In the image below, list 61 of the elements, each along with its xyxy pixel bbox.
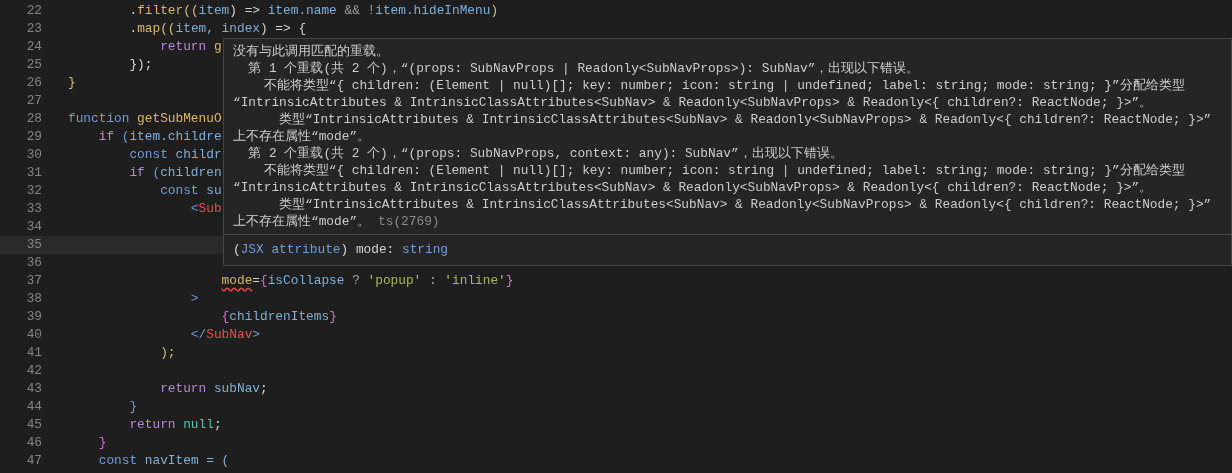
error-message-line: 类型“IntrinsicAttributes & IntrinsicClassAttributes<SubNav> & Readonly<SubNavProps> & Readonly<{ children?: ReactNode; }>” (278, 111, 1212, 128)
line-number: 23 (25, 20, 42, 38)
code-line: const childr (128, 146, 222, 164)
line-number: 47 (25, 452, 42, 470)
code-line: ); (159, 344, 176, 362)
line-number: 31 (25, 164, 42, 182)
error-message-line: 类型“IntrinsicAttributes & IntrinsicClassAttributes<SubNav> & Readonly<SubNavProps> & Readonly<{ children?: ReactNode; }>” (278, 196, 1212, 213)
error-message-line: “IntrinsicAttributes & IntrinsicClassAttributes<SubNav> & Readonly<SubNavProps> & Readonly<{ children?: ReactNode; }>”。 (233, 179, 1153, 196)
code-line: } (68, 74, 76, 92)
type-signature: (JSX attribute) mode: string (233, 242, 449, 257)
line-number: 40 (25, 326, 42, 344)
line-number: 26 (25, 74, 42, 92)
code-line: return null; (128, 416, 222, 434)
code-line: <Sub (189, 200, 222, 218)
line-number: 39 (25, 308, 42, 326)
code-line: if (children (128, 164, 222, 182)
line-number: 25 (25, 56, 42, 74)
code-line: }); (128, 56, 153, 74)
code-line: if (item.childre (97, 128, 222, 146)
code-line: </SubNav> (189, 326, 260, 344)
code-line: const navItem = ( (97, 452, 230, 470)
error-message-line: 第 1 个重载(共 2 个)，“(props: SubNavProps | Readonly<SubNavProps>): SubNav”，出现以下错误。 (247, 60, 920, 77)
error-message-line: 上不存在属性“mode”。 (233, 213, 371, 230)
line-number: 41 (25, 344, 42, 362)
line-number: 37 (25, 272, 42, 290)
code-line: } (97, 434, 107, 452)
line-number: 22 (25, 2, 42, 20)
error-message-line: 不能将类型“{ children: (Element | null)[]; key: number; icon: string | undefined; label: string; mode: string; }”分配给类型 (262, 162, 1185, 179)
code-line: return subNav; (159, 380, 268, 398)
line-number: 36 (25, 254, 42, 272)
error-code: ts(2769) (378, 213, 440, 230)
line-number: 29 (25, 128, 42, 146)
code-line: function getSubMenuO (68, 110, 222, 128)
line-number: 30 (25, 146, 42, 164)
code-line: return g (159, 38, 222, 56)
line-number: 45 (25, 416, 42, 434)
error-message-line: 第 2 个重载(共 2 个)，“(props: SubNavProps, context: any): SubNav”，出现以下错误。 (247, 145, 843, 162)
code-line: .filter((item) => item.name && !item.hideInMenu) (128, 2, 499, 20)
error-message-line: 上不存在属性“mode”。 (233, 128, 371, 145)
line-number: 44 (25, 398, 42, 416)
error-message-line: 没有与此调用匹配的重载。 (233, 43, 389, 60)
line-number: 24 (25, 38, 42, 56)
code-line: {childrenItems} (220, 308, 337, 326)
line-number: 35 (25, 236, 42, 254)
code-line: mode={isCollapse ? 'popup' : 'inline'} (220, 272, 514, 290)
code-line: } (128, 398, 138, 416)
line-number: 46 (25, 434, 42, 452)
line-number: 34 (25, 218, 42, 236)
code-line: .map((item, index) => { (128, 20, 307, 38)
line-number: 28 (25, 110, 42, 128)
code-line: const su (159, 182, 222, 200)
line-number: 32 (25, 182, 42, 200)
code-line: > (189, 290, 199, 308)
line-number: 27 (25, 92, 42, 110)
line-number: 38 (25, 290, 42, 308)
line-number: 43 (25, 380, 42, 398)
line-number: 33 (25, 200, 42, 218)
error-message-line: “IntrinsicAttributes & IntrinsicClassAttributes<SubNav> & Readonly<SubNavProps> & Readonly<{ children?: ReactNode; }>”。 (233, 94, 1153, 111)
error-message-line: 不能将类型“{ children: (Element | null)[]; key: number; icon: string | undefined; label: string; mode: string; }”分配给类型 (262, 77, 1185, 94)
line-number: 42 (25, 362, 42, 380)
code-editor[interactable] (0, 0, 1232, 473)
